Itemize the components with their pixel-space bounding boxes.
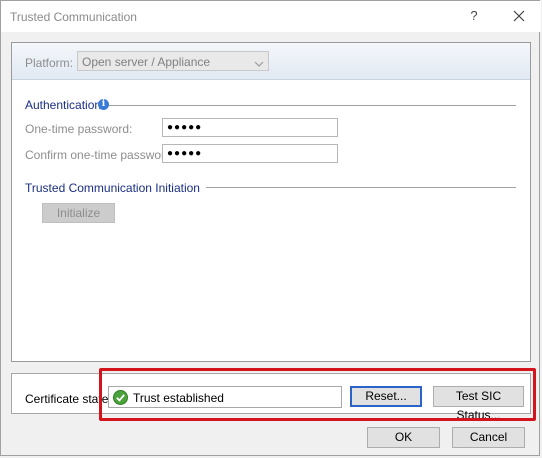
confirm-otp-input[interactable]: ●●●●●: [162, 144, 338, 163]
confirm-otp-label: Confirm one-time password:: [25, 148, 176, 162]
otp-label: One-time password:: [25, 122, 133, 136]
platform-dropdown[interactable]: Open server / Appliance: [77, 51, 269, 71]
reset-button[interactable]: Reset...: [350, 386, 422, 407]
window-title: Trusted Communication: [10, 10, 137, 24]
initiation-divider: [188, 187, 516, 188]
cancel-button[interactable]: Cancel: [452, 427, 525, 448]
settings-panel: Platform: Open server / Appliance Authen…: [11, 42, 531, 362]
close-icon[interactable]: [504, 5, 534, 27]
platform-label: Platform:: [25, 56, 74, 70]
certificate-state-label: Certificate state:: [25, 392, 112, 406]
initiation-title: Trusted Communication Initiation: [25, 181, 206, 195]
authentication-title: Authentication: [25, 98, 108, 112]
authentication-divider: [92, 105, 516, 106]
info-icon[interactable]: i: [98, 99, 109, 110]
platform-bar: Platform: Open server / Appliance: [12, 43, 530, 80]
check-circle-icon: [113, 390, 128, 408]
certificate-status-text: Trust established: [133, 391, 224, 405]
platform-selected-value: Open server / Appliance: [82, 55, 211, 69]
certificate-status-field: Trust established: [108, 386, 342, 408]
certificate-panel: Certificate state: Trust established Res…: [11, 373, 531, 422]
initialize-button[interactable]: Initialize: [42, 203, 115, 223]
chevron-down-icon: [254, 57, 264, 71]
trusted-communication-dialog: Trusted Communication ? Platform: Open s…: [0, 0, 541, 456]
help-icon[interactable]: ?: [459, 5, 489, 27]
test-sic-status-button[interactable]: Test SIC Status...: [433, 386, 524, 422]
title-bar: Trusted Communication ?: [1, 1, 541, 32]
otp-input[interactable]: ●●●●●: [162, 118, 338, 137]
ok-button[interactable]: OK: [367, 427, 440, 448]
